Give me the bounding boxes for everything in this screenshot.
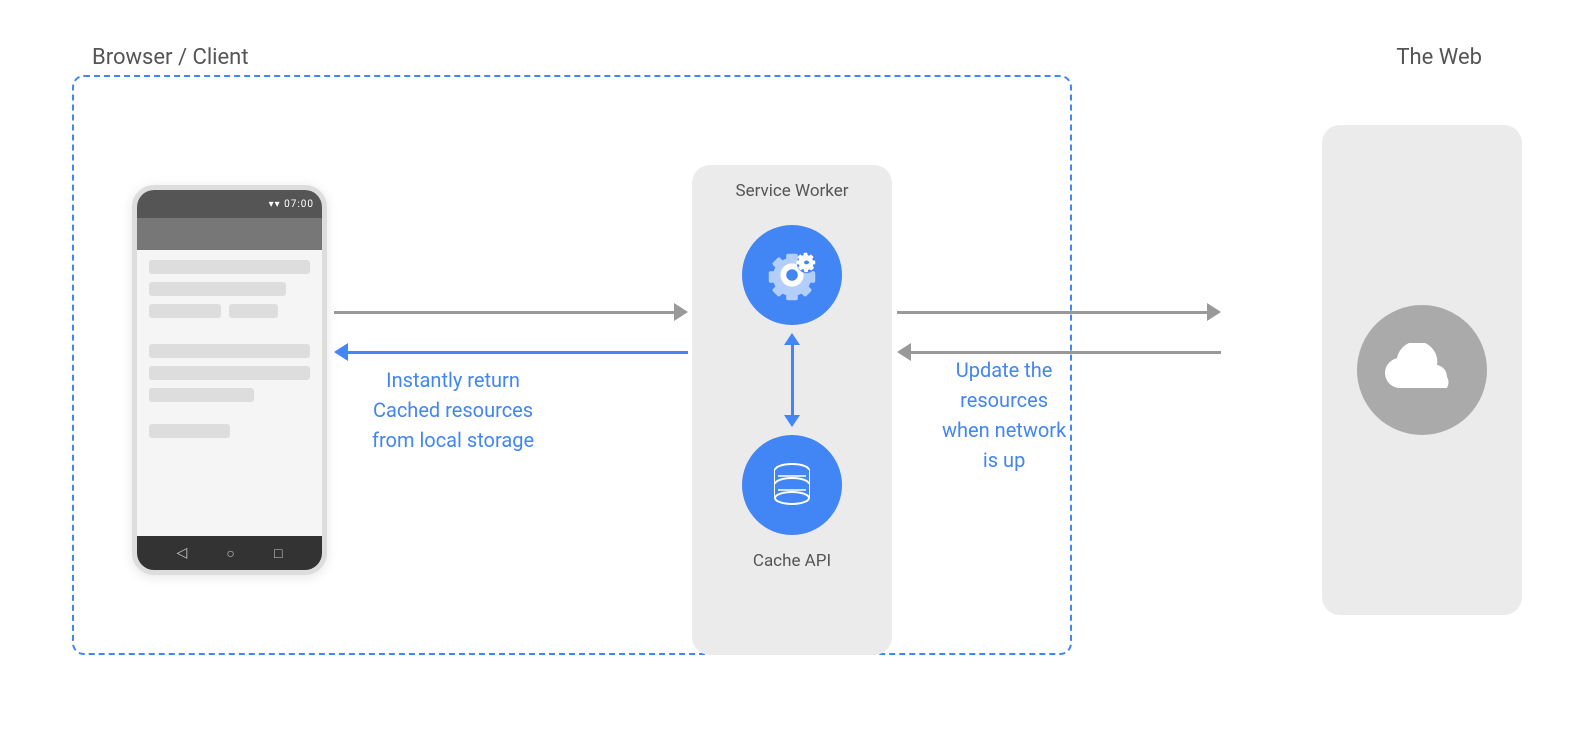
- content-block-5: [149, 344, 310, 358]
- diagram-container: Browser / Client The Web ▾▾ 07:00 ◁ ○: [42, 25, 1542, 705]
- arrow-line-2: [348, 351, 688, 354]
- content-block-1: [149, 260, 310, 274]
- cloud-icon: [1382, 343, 1462, 398]
- phone-nav-bar: ◁ ○ □: [137, 536, 322, 570]
- arrow-sw-to-web: [897, 303, 1221, 321]
- arrow-line-3: [897, 311, 1207, 314]
- arrow-head-2: [334, 343, 348, 361]
- arrow-line-4: [911, 351, 1221, 354]
- browser-client-label: Browser / Client: [92, 45, 249, 70]
- arrow-up-head: [784, 333, 800, 345]
- phone-status-icons: ▾▾ 07:00: [269, 199, 314, 210]
- nav-back-icon: ◁: [177, 545, 188, 561]
- nav-home-icon: ○: [226, 545, 234, 562]
- arrow-v-line: [791, 345, 794, 415]
- arrow-phone-to-sw: [334, 303, 688, 321]
- web-label: The Web: [1396, 45, 1482, 70]
- content-block-4: [229, 304, 277, 318]
- phone-status-bar: ▾▾ 07:00: [137, 190, 322, 218]
- phone-mockup: ▾▾ 07:00 ◁ ○ □: [132, 185, 327, 575]
- content-block-3: [149, 304, 221, 318]
- arrow-head-3: [1207, 303, 1221, 321]
- cache-api-label: Cache API: [753, 551, 831, 571]
- service-worker-label: Service Worker: [735, 181, 848, 201]
- phone-toolbar: [137, 218, 322, 250]
- web-box: [1322, 125, 1522, 615]
- arrow-line-1: [334, 311, 674, 314]
- content-row-1: [149, 304, 310, 318]
- gear-icon-circle: [742, 225, 842, 325]
- arrow-head-1: [674, 303, 688, 321]
- caption-cached: Instantly return Cached resources from l…: [372, 365, 534, 455]
- content-block-7: [149, 388, 254, 402]
- gear-icon: [761, 244, 823, 306]
- service-worker-box: Service Worker: [692, 165, 892, 655]
- arrow-sw-to-phone: [334, 343, 688, 361]
- arrow-head-4: [897, 343, 911, 361]
- content-block-8: [149, 424, 230, 438]
- vertical-double-arrow: [784, 333, 800, 427]
- content-block-2: [149, 282, 286, 296]
- nav-recent-icon: □: [274, 545, 282, 562]
- phone-content: [137, 250, 322, 536]
- arrow-down-head: [784, 415, 800, 427]
- content-block-6: [149, 366, 310, 380]
- caption-network: Update the resources when network is up: [942, 355, 1066, 475]
- database-icon: [762, 455, 822, 515]
- cloud-icon-circle: [1357, 305, 1487, 435]
- database-icon-circle: [742, 435, 842, 535]
